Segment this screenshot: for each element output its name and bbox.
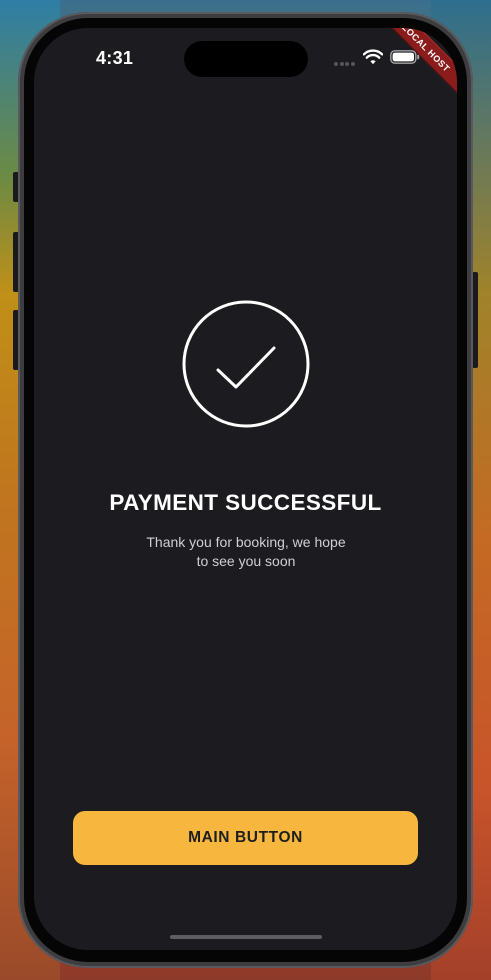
main-button[interactable]: MAIN BUTTON <box>73 811 418 865</box>
cellular-signal-icon <box>334 62 356 66</box>
dynamic-island <box>184 41 308 77</box>
success-message-line-1: Thank you for booking, we hope <box>146 534 346 550</box>
app-screen: 4:31 LOCAL HOST PAYMENT SUCCESSFUL Thank… <box>34 28 457 950</box>
success-message-line-2: to see you soon <box>196 553 296 569</box>
home-indicator[interactable] <box>170 935 322 939</box>
checkmark-circle-icon <box>182 300 310 428</box>
status-bar-time: 4:31 <box>96 48 134 68</box>
wifi-icon <box>363 49 383 65</box>
success-message: Thank you for booking, we hope to see yo… <box>114 533 378 571</box>
payment-success-title: PAYMENT SUCCESSFUL <box>109 490 382 515</box>
